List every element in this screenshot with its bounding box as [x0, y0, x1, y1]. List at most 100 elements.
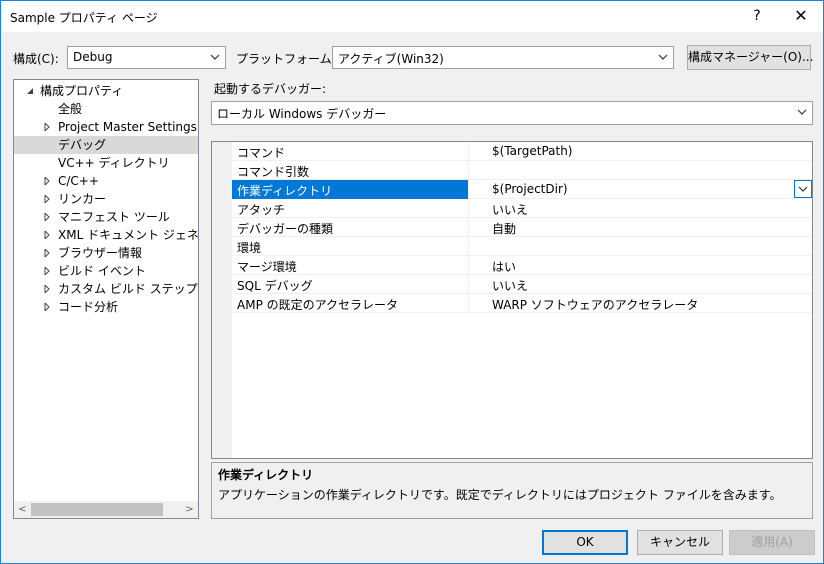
scroll-left-icon[interactable]: < — [14, 501, 31, 518]
close-button[interactable]: ✕ — [779, 1, 823, 31]
property-value[interactable]: はい — [492, 258, 516, 275]
tree-item-config-properties[interactable]: 構成プロパティ — [14, 82, 198, 100]
property-row[interactable]: デバッガーの種類 自動 — [232, 218, 812, 237]
collapsed-arrow-icon[interactable] — [43, 123, 51, 131]
description-title: 作業ディレクトリ — [218, 468, 314, 482]
description-panel: 作業ディレクトリ アプリケーションの作業ディレクトリです。既定でディレクトリには… — [211, 462, 813, 519]
chevron-down-icon — [798, 186, 808, 192]
property-name: AMP の既定のアクセラレータ — [237, 298, 399, 312]
tree-item-label: XML ドキュメント ジェネレーター — [58, 228, 199, 242]
property-row[interactable]: アタッチ いいえ — [232, 199, 812, 218]
property-name-cell: AMP の既定のアクセラレータ — [232, 294, 469, 313]
property-value[interactable]: いいえ — [492, 277, 528, 294]
property-name-cell: 作業ディレクトリ — [232, 180, 469, 199]
value-dropdown-button[interactable] — [794, 180, 812, 198]
chevron-down-icon — [210, 54, 220, 60]
tree-item-label: ビルド イベント — [58, 264, 146, 278]
title-bar: Sample プロパティ ページ ? ✕ — [1, 1, 823, 32]
tree-item-label: マニフェスト ツール — [58, 210, 170, 224]
debugger-value: ローカル Windows デバッガー — [217, 107, 387, 121]
apply-button[interactable]: 適用(A) — [729, 530, 815, 555]
property-name: SQL デバッグ — [237, 279, 313, 293]
tree-item-label: C/C++ — [58, 174, 99, 188]
tree-item-linker[interactable]: リンカー — [14, 190, 198, 208]
property-name: 作業ディレクトリ — [237, 184, 333, 198]
debugger-label: 起動するデバッガー: — [214, 82, 327, 96]
property-row[interactable]: コマンド $(TargetPath) — [232, 142, 812, 161]
tree-item-label: Project Master Settings — [58, 120, 197, 134]
tree-item-xml-doc-generator[interactable]: XML ドキュメント ジェネレーター — [14, 226, 198, 244]
property-name-cell: デバッガーの種類 — [232, 218, 469, 237]
property-name-cell: コマンド — [232, 142, 469, 161]
property-pages-dialog: Sample プロパティ ページ ? ✕ 構成(C): Debug プラットフォ… — [0, 0, 824, 564]
configuration-label: 構成(C): — [13, 52, 59, 66]
tree-item-label: デバッグ — [58, 138, 107, 152]
tree-item-build-events[interactable]: ビルド イベント — [14, 262, 198, 280]
tree-item-custom-build-step[interactable]: カスタム ビルド ステップ — [14, 280, 198, 298]
tree-item-label: ブラウザー情報 — [58, 246, 143, 260]
expanded-arrow-icon[interactable] — [26, 87, 34, 95]
collapsed-arrow-icon[interactable] — [43, 231, 51, 239]
tree-item-label: 全般 — [58, 102, 83, 116]
configuration-value: Debug — [73, 50, 113, 64]
property-row[interactable]: コマンド引数 — [232, 161, 812, 180]
property-name: アタッチ — [237, 203, 286, 217]
cancel-button[interactable]: キャンセル — [637, 530, 723, 555]
collapsed-arrow-icon[interactable] — [43, 213, 51, 221]
property-name: コマンド — [237, 146, 286, 160]
property-value[interactable]: $(TargetPath) — [492, 144, 572, 158]
property-name: コマンド引数 — [237, 165, 310, 179]
property-value[interactable]: $(ProjectDir) — [492, 182, 568, 196]
window-title: Sample プロパティ ページ — [10, 11, 158, 25]
tree-item-code-analysis[interactable]: コード分析 — [14, 298, 198, 316]
property-row[interactable]: SQL デバッグ いいえ — [232, 275, 812, 294]
property-value[interactable]: WARP ソフトウェアのアクセラレータ — [492, 296, 698, 313]
property-name-cell: アタッチ — [232, 199, 469, 218]
tree-item-general[interactable]: 全般 — [14, 100, 198, 118]
property-name: デバッガーの種類 — [237, 222, 334, 236]
property-row[interactable]: AMP の既定のアクセラレータ WARP ソフトウェアのアクセラレータ — [232, 294, 812, 313]
property-name-cell: SQL デバッグ — [232, 275, 469, 294]
chevron-down-icon — [797, 109, 807, 115]
property-row[interactable]: 環境 — [232, 237, 812, 256]
collapsed-arrow-icon[interactable] — [43, 249, 51, 257]
platform-value: アクティブ(Win32) — [338, 52, 444, 66]
help-button[interactable]: ? — [735, 1, 779, 31]
debugger-combo[interactable]: ローカル Windows デバッガー — [211, 101, 813, 125]
tree-item-vc-directories[interactable]: VC++ ディレクトリ — [14, 154, 198, 172]
grid-margin — [212, 142, 232, 458]
property-value[interactable]: 自動 — [492, 220, 516, 237]
collapsed-arrow-icon[interactable] — [43, 285, 51, 293]
tree-item-label: カスタム ビルド ステップ — [58, 282, 198, 296]
collapsed-arrow-icon[interactable] — [43, 303, 51, 311]
collapsed-arrow-icon[interactable] — [43, 267, 51, 275]
ok-button[interactable]: OK — [542, 530, 628, 555]
collapsed-arrow-icon[interactable] — [43, 195, 51, 203]
property-grid[interactable]: コマンド $(TargetPath) コマンド引数 作業ディレクトリ $(Pro… — [211, 141, 813, 459]
tree-horizontal-scrollbar[interactable]: < > — [14, 501, 198, 518]
configuration-manager-button[interactable]: 構成マネージャー(O)... — [687, 45, 813, 70]
tree-item-debugging[interactable]: デバッグ — [14, 136, 198, 154]
property-name: 環境 — [237, 241, 262, 255]
tree-item-browse-information[interactable]: ブラウザー情報 — [14, 244, 198, 262]
property-name-cell: コマンド引数 — [232, 161, 469, 180]
platform-combo[interactable]: アクティブ(Win32) — [332, 46, 674, 69]
tree-item-c-cpp[interactable]: C/C++ — [14, 172, 198, 190]
tree-item-label: コード分析 — [58, 300, 119, 314]
property-row-selected[interactable]: 作業ディレクトリ $(ProjectDir) — [232, 180, 812, 199]
property-value[interactable]: いいえ — [492, 201, 528, 218]
tree-item-project-master-settings[interactable]: Project Master Settings — [14, 118, 198, 136]
collapsed-arrow-icon[interactable] — [43, 177, 51, 185]
description-text: アプリケーションの作業ディレクトリです。既定でディレクトリにはプロジェクト ファ… — [218, 488, 782, 502]
property-tree[interactable]: 構成プロパティ 全般 Project Master Settings デバッグ … — [13, 79, 199, 519]
property-name-cell: マージ環境 — [232, 256, 469, 275]
configuration-combo[interactable]: Debug — [67, 46, 226, 69]
property-name: マージ環境 — [237, 260, 297, 274]
property-name-cell: 環境 — [232, 237, 469, 256]
chevron-down-icon — [658, 54, 668, 60]
tree-item-label: VC++ ディレクトリ — [58, 156, 170, 170]
scroll-right-icon[interactable]: > — [181, 501, 198, 518]
scrollbar-thumb[interactable] — [31, 503, 163, 516]
property-row[interactable]: マージ環境 はい — [232, 256, 812, 275]
tree-item-manifest-tool[interactable]: マニフェスト ツール — [14, 208, 198, 226]
